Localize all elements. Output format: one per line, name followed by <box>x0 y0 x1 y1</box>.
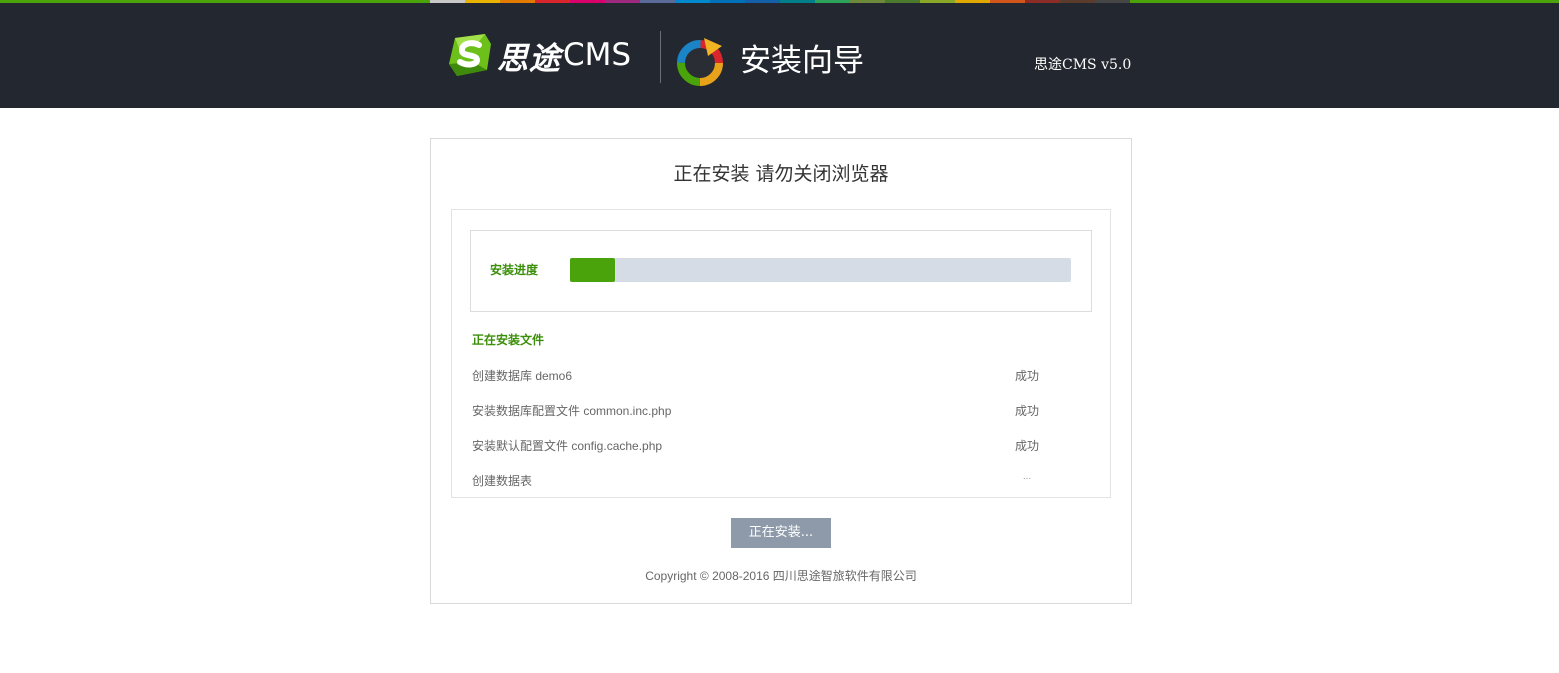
version-label: 思途CMS v5.0 <box>1034 57 1132 73</box>
install-wizard-icon <box>677 38 723 86</box>
step-text: 创建数据库 demo6 <box>472 369 573 383</box>
stripe-segment <box>1025 0 1060 3</box>
list-item: 安装默认配置文件 config.cache.php 成功 <box>472 436 1092 456</box>
install-panel: 正在安装 请勿关闭浏览器 安装进度 正在安装文件 创建数据库 demo6 成功 … <box>430 138 1132 604</box>
stripe-segment <box>500 0 535 3</box>
stripe-segment <box>780 0 815 3</box>
step-status: 成功 <box>1014 404 1039 418</box>
list-item: 安装数据库配置文件 common.inc.php 成功 <box>472 401 1092 421</box>
stripe-segment <box>920 0 955 3</box>
logo-english-text: CMS <box>563 37 632 73</box>
install-status-box: 安装进度 正在安装文件 创建数据库 demo6 成功 安装数据库配置文件 com… <box>451 209 1111 498</box>
stripe-segment <box>710 0 745 3</box>
stripe-segment <box>1095 0 1130 3</box>
installing-button[interactable]: 正在安装... <box>731 518 831 548</box>
stripe-segment <box>955 0 990 3</box>
stripe-segment <box>850 0 885 3</box>
list-item: 创建数据表 ... <box>472 471 1092 491</box>
step-text: 安装默认配置文件 config.cache.php <box>472 439 663 453</box>
logo-chinese-text: 思途 <box>497 40 561 77</box>
files-section-title: 正在安装文件 <box>472 333 545 347</box>
step-status: ... <box>1022 471 1032 482</box>
list-item: 创建数据库 demo6 成功 <box>472 366 1092 386</box>
progress-label: 安装进度 <box>490 263 539 277</box>
stripe-segment <box>815 0 850 3</box>
stripe-segment <box>885 0 920 3</box>
color-stripe <box>430 0 1130 3</box>
wizard-title: 安装向导 <box>740 43 864 79</box>
step-status: 成功 <box>1014 369 1039 383</box>
step-text: 创建数据表 <box>472 474 533 488</box>
stripe-segment <box>640 0 675 3</box>
stripe-segment <box>570 0 605 3</box>
stripe-segment <box>1060 0 1095 3</box>
stripe-segment <box>430 0 465 3</box>
stripe-segment <box>535 0 570 3</box>
site-logo: 思途 CMS <box>447 30 631 80</box>
page-title: 正在安装 请勿关闭浏览器 <box>673 163 889 185</box>
header-bar: 思途 CMS 安装向导 思途CMS v5.0 <box>0 0 1559 108</box>
step-status: 成功 <box>1014 439 1039 453</box>
stripe-segment <box>605 0 640 3</box>
progress-bar-fill <box>570 258 616 282</box>
stripe-segment <box>990 0 1025 3</box>
progress-bar <box>570 258 1071 282</box>
stripe-segment <box>745 0 780 3</box>
stripe-segment <box>465 0 500 3</box>
logo-s-icon <box>449 34 491 76</box>
progress-section: 安装进度 <box>470 230 1092 312</box>
step-text: 安装数据库配置文件 common.inc.php <box>472 404 672 418</box>
header-divider <box>660 31 661 83</box>
copyright-text: Copyright © 2008-2016 四川思途智旅软件有限公司 <box>645 569 917 583</box>
stripe-segment <box>675 0 710 3</box>
